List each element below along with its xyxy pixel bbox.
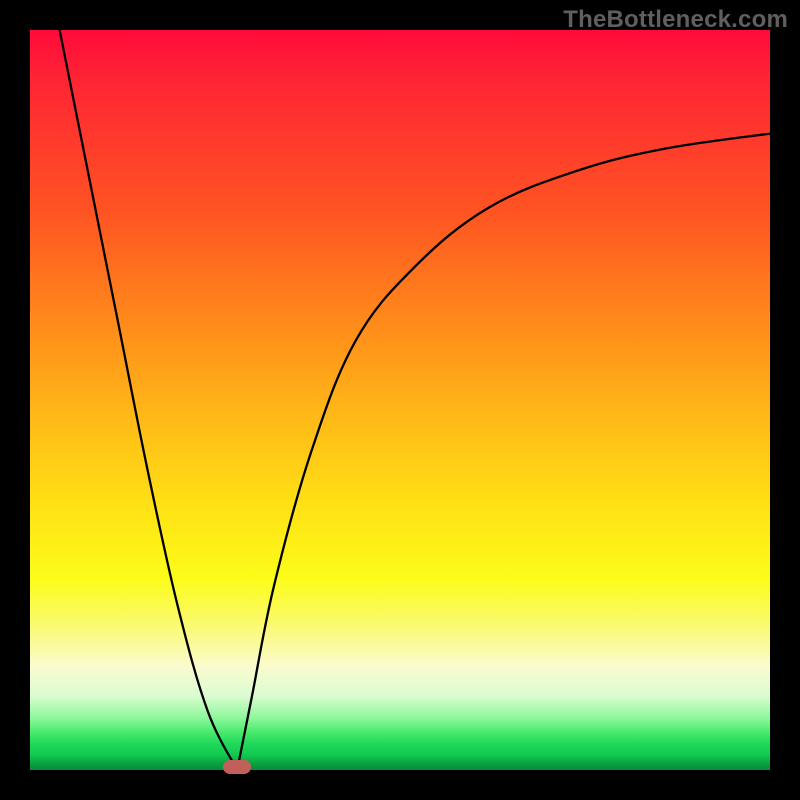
chart-root: TheBottleneck.com [0, 0, 800, 800]
bottleneck-curve [60, 30, 770, 770]
curve-layer [30, 30, 770, 770]
minimum-marker [223, 760, 251, 774]
plot-area [30, 30, 770, 770]
watermark-text: TheBottleneck.com [563, 6, 788, 34]
